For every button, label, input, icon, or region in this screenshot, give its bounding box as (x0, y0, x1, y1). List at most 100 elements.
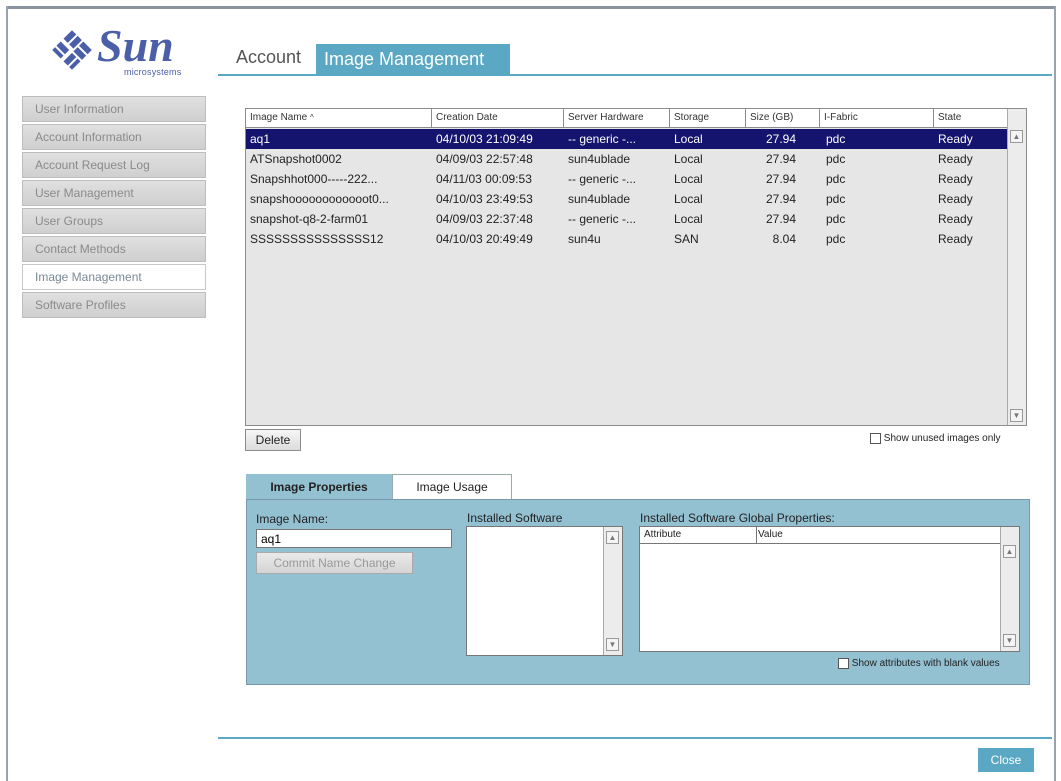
scroll-up-icon[interactable]: ▲ (1010, 130, 1023, 143)
table-cell-size: 27.94 (765, 192, 796, 206)
installed-software-list[interactable]: ▲ ▼ (466, 526, 623, 656)
scroll-down-icon[interactable]: ▼ (1010, 409, 1023, 422)
show-blank-label: Show attributes with blank values (851, 658, 1000, 670)
table-cell-size: 8.04 (772, 232, 796, 246)
tab-image-management[interactable]: Image Management (316, 44, 510, 74)
table-cell-date: 04/10/03 23:49:53 (436, 192, 533, 206)
logo-brand-text: Sun (97, 20, 174, 71)
close-button[interactable]: Close (978, 748, 1034, 772)
table-cell-fabric: pdc (826, 232, 846, 246)
scroll-down-icon[interactable]: ▼ (1003, 634, 1016, 647)
sun-logo: Sun microsystems (50, 22, 190, 82)
software-scrollbar[interactable]: ▲ ▼ (603, 527, 622, 655)
column-header-attribute[interactable]: Attribute (640, 527, 757, 543)
table-cell-name: snapshoooooooooooot0... (250, 192, 389, 206)
installed-software-label: Installed Software (467, 511, 563, 525)
table-scrollbar[interactable]: ▲ ▼ (1007, 109, 1026, 425)
window-frame-top (6, 6, 1056, 9)
table-cell-hardware: -- generic -... (568, 172, 637, 186)
global-properties-table[interactable]: Attribute Value ▲ ▼ (639, 526, 1020, 652)
table-cell-size: 27.94 (765, 152, 796, 166)
column-header-label: Image Name (250, 112, 308, 123)
table-cell-storage: Local (674, 132, 703, 146)
table-cell-date: 04/09/03 22:57:48 (436, 152, 533, 166)
sidebar-item-account-information[interactable]: Account Information (22, 124, 206, 150)
show-blank-checkbox[interactable] (838, 658, 849, 669)
table-cell-storage: Local (674, 212, 703, 226)
show-blank-option[interactable]: Show attributes with blank values (838, 658, 1000, 669)
column-header-i-fabric[interactable]: I-Fabric (820, 109, 934, 127)
table-cell-date: 04/11/03 00:09:53 (436, 172, 532, 186)
table-row[interactable]: aq1 04/10/03 21:09:49 -- generic -... Local… (246, 129, 1008, 149)
logo-sub-text: microsystems (124, 67, 182, 77)
sidebar: User Information Account Information Accou… (22, 96, 206, 320)
column-header-creation-date[interactable]: Creation Date (432, 109, 564, 127)
tab-image-properties[interactable]: Image Properties (246, 474, 392, 500)
table-cell-storage: Local (674, 192, 703, 206)
column-header-size[interactable]: Size (GB) (746, 109, 820, 127)
scroll-down-icon[interactable]: ▼ (606, 638, 619, 651)
sidebar-item-user-groups[interactable]: User Groups (22, 208, 206, 234)
table-row[interactable]: Snapshhot000-----222... 04/11/03 00:09:53… (246, 169, 1008, 189)
window-frame-left (6, 6, 8, 781)
table-cell-date: 04/10/03 20:49:49 (436, 232, 533, 246)
commit-name-change-button[interactable]: Commit Name Change (256, 552, 413, 574)
image-name-label: Image Name: (256, 512, 329, 526)
table-cell-hardware: sun4u (568, 232, 601, 246)
table-cell-date: 04/10/03 21:09:49 (436, 132, 533, 146)
table-cell-state: Ready (938, 192, 973, 206)
table-cell-state: Ready (938, 132, 973, 146)
table-cell-state: Ready (938, 152, 973, 166)
column-header-storage[interactable]: Storage (670, 109, 746, 127)
table-cell-date: 04/09/03 22:37:48 (436, 212, 533, 226)
table-cell-name: Snapshhot000-----222... (250, 172, 378, 186)
image-name-input[interactable] (256, 529, 452, 548)
window-frame-right (1054, 6, 1056, 781)
table-cell-hardware: sun4ublade (568, 192, 631, 206)
show-unused-checkbox[interactable] (870, 433, 881, 444)
global-properties-label: Installed Software Global Properties: (640, 511, 835, 525)
table-cell-fabric: pdc (826, 192, 846, 206)
table-cell-fabric: pdc (826, 172, 846, 186)
table-cell-name: SSSSSSSSSSSSSSS12 (250, 232, 384, 246)
sort-indicator-icon: ^ (310, 113, 314, 122)
delete-button[interactable]: Delete (245, 429, 301, 451)
sun-diamond-icon (52, 30, 92, 70)
table-cell-state: Ready (938, 232, 973, 246)
table-cell-storage: Local (674, 172, 703, 186)
table-row[interactable]: SSSSSSSSSSSSSSS12 04/10/03 20:49:49 sun4u S… (246, 229, 1008, 249)
sidebar-item-software-profiles[interactable]: Software Profiles (22, 292, 206, 318)
table-cell-name: aq1 (250, 132, 271, 146)
table-cell-fabric: pdc (826, 132, 846, 146)
show-unused-option[interactable]: Show unused images only (870, 433, 1001, 444)
scroll-up-icon[interactable]: ▲ (1003, 545, 1016, 558)
column-header-server-hardware[interactable]: Server Hardware (564, 109, 670, 127)
table-cell-state: Ready (938, 172, 973, 186)
table-cell-size: 27.94 (765, 132, 796, 146)
table-cell-size: 27.94 (765, 212, 796, 226)
table-cell-storage: SAN (674, 232, 699, 246)
table-cell-size: 27.94 (765, 172, 796, 186)
column-header-value[interactable]: Value (754, 527, 783, 543)
table-row[interactable]: ATSnapshot0002 04/09/03 22:57:48 sun4ublad… (246, 149, 1008, 169)
table-cell-hardware: -- generic -... (568, 132, 637, 146)
tab-image-usage[interactable]: Image Usage (392, 474, 512, 499)
column-header-state[interactable]: State (934, 109, 1008, 127)
column-header-image-name[interactable]: Image Name ^ (246, 109, 432, 127)
tab-account[interactable]: Account (236, 47, 301, 68)
table-row[interactable]: snapshot-q8-2-farm01 04/09/03 22:37:48 -- … (246, 209, 1008, 229)
attributes-header: Attribute Value (640, 527, 1002, 544)
sidebar-item-user-information[interactable]: User Information (22, 96, 206, 122)
table-header: Image Name ^ Creation Date Server Hardwa… (246, 109, 1008, 128)
attributes-scrollbar[interactable]: ▲ ▼ (1000, 527, 1019, 651)
images-table: Image Name ^ Creation Date Server Hardwa… (245, 108, 1027, 426)
scroll-up-icon[interactable]: ▲ (606, 531, 619, 544)
table-row[interactable]: snapshoooooooooooot0... 04/10/03 23:49:53… (246, 189, 1008, 209)
table-cell-name: ATSnapshot0002 (250, 152, 342, 166)
sidebar-item-user-management[interactable]: User Management (22, 180, 206, 206)
table-cell-fabric: pdc (826, 152, 846, 166)
sidebar-item-image-management[interactable]: Image Management (22, 264, 206, 290)
sidebar-item-account-request-log[interactable]: Account Request Log (22, 152, 206, 178)
sidebar-item-contact-methods[interactable]: Contact Methods (22, 236, 206, 262)
table-cell-storage: Local (674, 152, 703, 166)
